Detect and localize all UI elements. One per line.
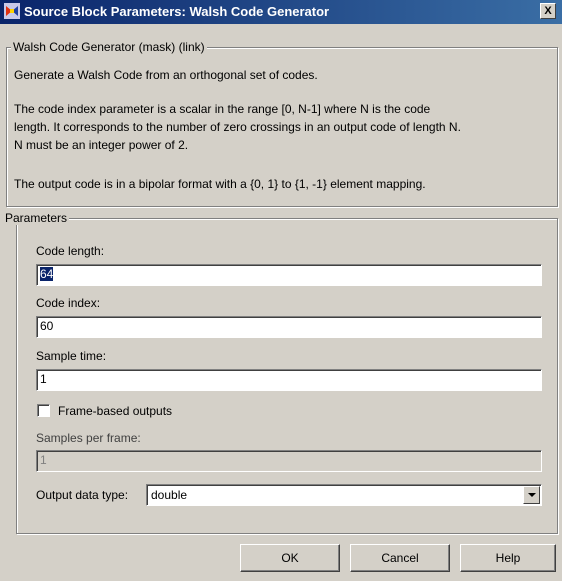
sample-time-value: 1 [40, 372, 47, 386]
samples-per-frame-label: Samples per frame: [36, 431, 141, 445]
code-index-value: 60 [40, 319, 54, 333]
description-line: Generate a Walsh Code from an orthogonal… [14, 68, 318, 82]
description-line: The output code is in a bipolar format w… [14, 177, 426, 191]
ok-button[interactable]: OK [240, 544, 340, 572]
samples-per-frame-value: 1 [40, 453, 47, 467]
chevron-down-icon[interactable] [523, 486, 540, 504]
description-line: length. It corresponds to the number of … [14, 120, 461, 134]
output-data-type-label: Output data type: [36, 488, 129, 502]
simulink-app-icon [4, 3, 20, 19]
output-data-type-select[interactable]: double [146, 484, 542, 506]
code-length-value: 64 [40, 267, 54, 281]
help-button[interactable]: Help [460, 544, 556, 572]
frame-based-label[interactable]: Frame-based outputs [58, 404, 172, 418]
samples-per-frame-field: 1 [36, 450, 542, 472]
description-line: N must be an integer power of 2. [14, 138, 189, 152]
close-button[interactable]: X [540, 3, 556, 19]
cancel-button[interactable]: Cancel [350, 544, 450, 572]
close-icon: X [544, 5, 552, 17]
sample-time-field[interactable]: 1 [36, 369, 542, 391]
description-line: The code index parameter is a scalar in … [14, 102, 431, 116]
description-group-label: Walsh Code Generator (mask) (link) [11, 40, 207, 54]
code-length-label: Code length: [36, 244, 105, 258]
code-index-field[interactable]: 60 [36, 316, 542, 338]
parameters-group-label: Parameters [3, 211, 70, 225]
title-bar[interactable]: Source Block Parameters: Walsh Code Gene… [0, 0, 562, 24]
code-index-label: Code index: [36, 296, 101, 310]
output-data-type-value: double [151, 488, 188, 502]
code-length-field[interactable]: 64 [36, 264, 542, 286]
frame-based-checkbox[interactable] [37, 404, 50, 417]
window-title: Source Block Parameters: Walsh Code Gene… [24, 4, 330, 19]
sample-time-label: Sample time: [36, 349, 107, 363]
